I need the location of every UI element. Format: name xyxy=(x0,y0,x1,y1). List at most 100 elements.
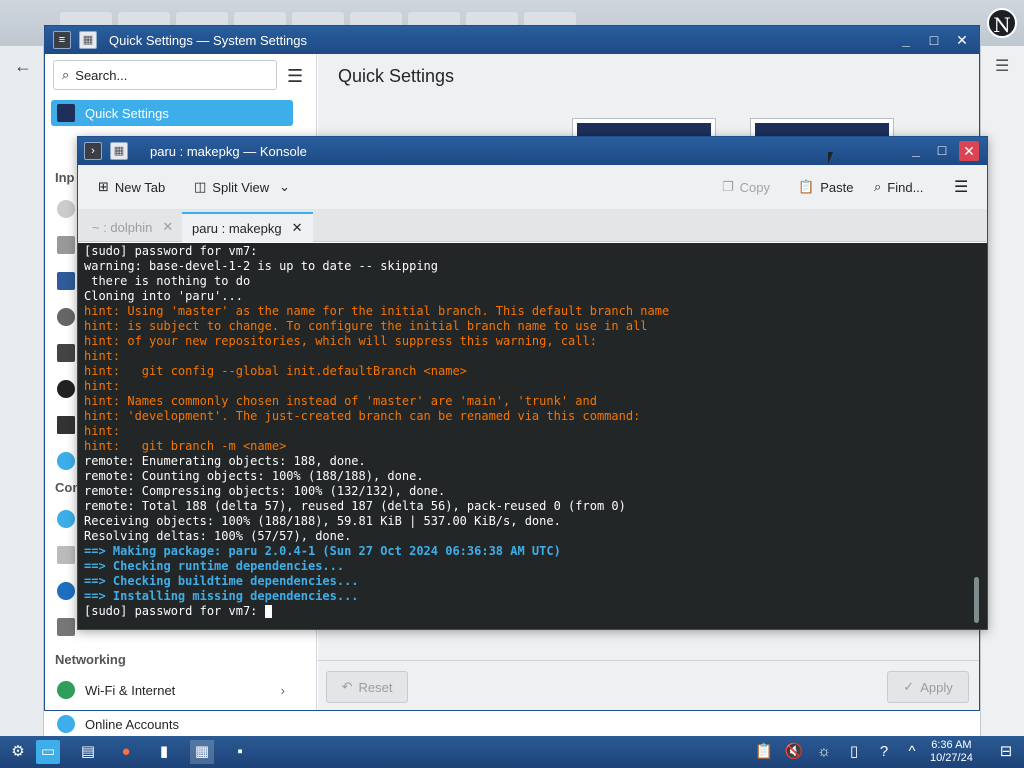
mouse-cursor xyxy=(828,152,838,164)
terminal-line: hint: xyxy=(84,379,121,393)
terminal-line: there is nothing to do xyxy=(84,274,251,288)
device-icon xyxy=(57,546,75,564)
find-button[interactable]: ⌕ Find... xyxy=(874,179,923,195)
window-menu-icon[interactable]: › xyxy=(84,142,102,160)
back-arrow-icon[interactable]: ← xyxy=(14,56,32,77)
maximize-button[interactable]: □ xyxy=(925,31,943,49)
konsole-toolbar: ⊞ New Tab ◫ Split View ⌄ ❐ Copy 📋 Paste … xyxy=(78,165,987,209)
find-icon: ⌕ xyxy=(874,179,882,194)
konsole-app-icon: ▦ xyxy=(110,142,128,160)
dolphin-icon[interactable]: ▤ xyxy=(76,740,100,764)
sidebar-item-online-accounts[interactable]: Online Accounts xyxy=(51,711,293,737)
tray-expand-icon[interactable]: ^ xyxy=(900,740,924,764)
terminal-line: Receiving objects: 100% (188/188), 59.81… xyxy=(84,514,561,528)
paste-button[interactable]: 📋 Paste xyxy=(798,179,853,195)
tab-close-icon[interactable]: ✕ xyxy=(292,220,303,236)
window-menu-icon[interactable]: ≡ xyxy=(53,31,71,49)
bluetooth-icon xyxy=(57,510,75,528)
quick-settings-icon xyxy=(57,104,75,122)
split-view-icon: ◫ xyxy=(194,179,207,194)
terminal-line: hint: 'development'. The just-created br… xyxy=(84,409,641,423)
terminal-line: ==> Checking runtime dependencies... xyxy=(84,559,345,573)
clipboard-icon[interactable]: 📋 xyxy=(752,740,776,764)
check-icon: ✓ xyxy=(903,679,915,694)
minimize-button[interactable]: _ xyxy=(907,141,925,159)
apply-button[interactable]: ✓ Apply xyxy=(887,671,969,703)
terminal-line: ==> Making package: paru 2.0.4-1 (Sun 27… xyxy=(84,544,561,558)
tab-dolphin[interactable]: ~ : dolphin ✕ xyxy=(82,212,183,242)
terminal-line: hint: is subject to change. To configure… xyxy=(84,319,648,333)
text-cursor xyxy=(264,605,272,618)
settings-app-icon: ▦ xyxy=(79,31,97,49)
minimize-button[interactable]: _ xyxy=(897,31,915,49)
new-tab-button[interactable]: ⊞ New Tab xyxy=(98,179,165,195)
volume-muted-icon[interactable]: 🔇 xyxy=(782,740,806,764)
search-input[interactable]: ⌕ Search... xyxy=(53,60,277,90)
application-launcher-icon[interactable]: ⚙ xyxy=(6,740,30,764)
terminal-line: [sudo] password for vm7: xyxy=(84,244,258,258)
tab-close-icon[interactable]: ✕ xyxy=(162,219,173,235)
accessibility-icon xyxy=(57,452,75,470)
terminal-line: Resolving deltas: 100% (57/57), done. xyxy=(84,529,352,543)
terminal-line: Cloning into 'paru'... xyxy=(84,289,243,303)
battery-icon[interactable]: ▯ xyxy=(842,740,866,764)
sidebar-header-networking: Networking xyxy=(55,652,126,667)
new-tab-icon: ⊞ xyxy=(98,179,109,194)
terminal-line: hint: Names commonly chosen instead of '… xyxy=(84,394,597,408)
terminal-line: ==> Checking buildtime dependencies... xyxy=(84,574,359,588)
page-title: Quick Settings xyxy=(338,66,455,86)
split-view-button[interactable]: ◫ Split View ⌄ xyxy=(194,179,290,195)
terminal-line: remote: Total 188 (delta 57), reused 187… xyxy=(84,499,626,513)
menu-icon[interactable]: ☰ xyxy=(995,56,1009,76)
terminal-line: remote: Counting objects: 100% (188/188)… xyxy=(84,469,424,483)
chevron-down-icon: ⌄ xyxy=(279,179,291,194)
undo-icon: ↶ xyxy=(341,679,353,694)
konsole-task-icon[interactable]: ▦ xyxy=(190,740,214,764)
hamburger-menu-icon[interactable]: ☰ xyxy=(954,177,968,197)
show-desktop-corner-icon[interactable]: ⊟ xyxy=(994,740,1018,764)
konsole-tabbar: ~ : dolphin ✕ paru : makepkg ✕ xyxy=(78,209,987,242)
copy-icon: ❐ xyxy=(722,179,734,194)
terminal-line: hint: git config --global init.defaultBr… xyxy=(84,364,467,378)
camera-icon xyxy=(57,380,75,398)
settings-footer: ↶ Reset ✓ Apply xyxy=(318,660,979,710)
show-desktop-icon[interactable]: ▭ xyxy=(36,740,60,764)
gamepad-icon xyxy=(57,308,75,326)
sidebar-item-quick-settings[interactable]: Quick Settings xyxy=(51,100,293,126)
hamburger-menu-icon[interactable]: ☰ xyxy=(287,66,303,87)
help-icon[interactable]: ? xyxy=(872,740,896,764)
close-button[interactable]: ✕ xyxy=(953,31,971,49)
copy-button[interactable]: ❐ Copy xyxy=(722,179,770,195)
terminal-output[interactable]: [sudo] password for vm7: warning: base-de… xyxy=(78,243,987,629)
terminal-line: [sudo] password for vm7: xyxy=(84,604,981,619)
taskbar: ⚙ ▭ ▤ ● ▮ ▦ ▪ 📋 🔇 ☼ ▯ ? ^ 6:36 AM 10/27/… xyxy=(0,736,1024,768)
paste-icon: 📋 xyxy=(798,179,815,194)
terminal-line: remote: Enumerating objects: 188, done. xyxy=(84,454,366,468)
pager-icon[interactable]: ▮ xyxy=(152,740,176,764)
terminal-line: hint: of your new repositories, which wi… xyxy=(84,334,597,348)
clock[interactable]: 6:36 AM 10/27/24 xyxy=(930,739,973,765)
konsole-titlebar[interactable]: › ▦ paru : makepkg — Konsole _ □ ✕ xyxy=(78,137,987,165)
close-button[interactable]: ✕ xyxy=(959,141,979,161)
profile-avatar[interactable]: N xyxy=(987,8,1017,38)
background-browser-left: ← xyxy=(0,46,44,736)
touchscreen-icon xyxy=(57,272,75,290)
printer-icon xyxy=(57,618,75,636)
brightness-icon[interactable]: ☼ xyxy=(812,740,836,764)
terminal-line: hint: git branch -m <name> xyxy=(84,439,287,453)
maximize-button[interactable]: □ xyxy=(933,141,951,159)
settings-task-icon[interactable]: ▪ xyxy=(228,740,252,764)
sidebar-item-label: Quick Settings xyxy=(85,105,169,121)
chevron-right-icon: › xyxy=(280,682,285,698)
sidebar-item-wifi[interactable]: Wi-Fi & Internet › xyxy=(51,677,293,703)
reset-button[interactable]: ↶ Reset xyxy=(326,671,408,703)
clock-time: 6:36 AM xyxy=(931,739,972,751)
konsole-window: › ▦ paru : makepkg — Konsole _ □ ✕ ⊞ New… xyxy=(77,136,988,630)
terminal-line: hint: xyxy=(84,349,121,363)
settings-titlebar[interactable]: ≡ ▦ Quick Settings — System Settings _ □… xyxy=(45,26,979,54)
tab-makepkg[interactable]: paru : makepkg ✕ xyxy=(182,212,313,242)
online-accounts-icon xyxy=(57,715,75,733)
terminal-scrollbar[interactable] xyxy=(974,577,979,623)
sidebar-item-label: Wi-Fi & Internet xyxy=(85,682,176,698)
firefox-icon[interactable]: ● xyxy=(114,740,138,764)
